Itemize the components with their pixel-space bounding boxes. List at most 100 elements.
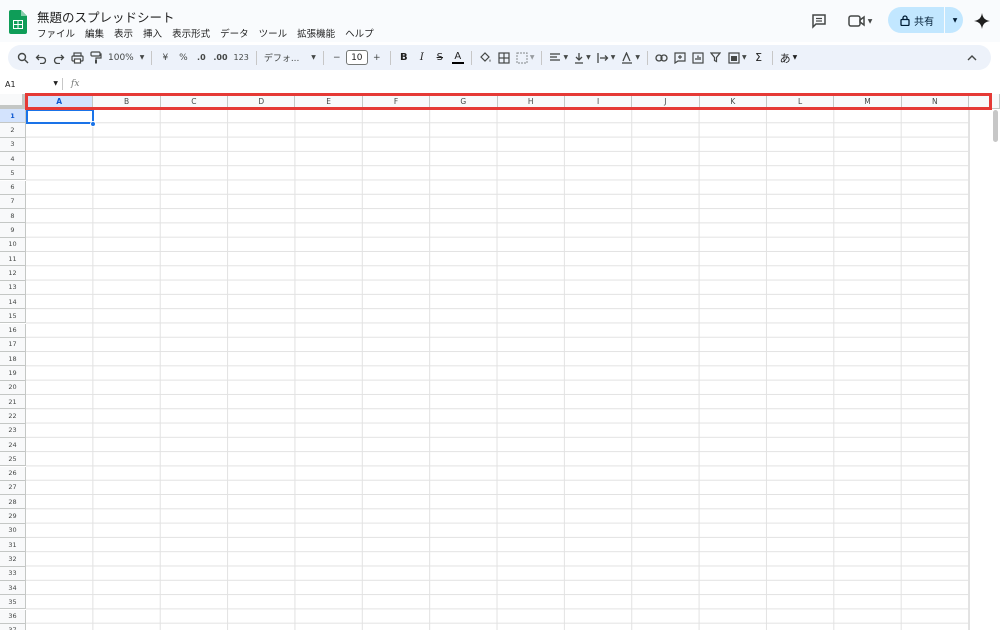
row-header-35[interactable]: 35 [0, 595, 26, 610]
vertical-align-icon[interactable]: ▼ [571, 48, 594, 68]
column-header-d[interactable]: D [228, 94, 296, 109]
currency-button[interactable]: ¥ [156, 48, 174, 68]
select-all-corner[interactable] [0, 94, 26, 109]
column-header-j[interactable]: J [632, 94, 700, 109]
menu-edit[interactable]: 編集 [85, 26, 104, 40]
input-tools-button[interactable]: あ ▼ [777, 48, 801, 68]
undo-icon[interactable] [32, 48, 50, 68]
menu-format[interactable]: 表示形式 [172, 26, 210, 40]
row-header-25[interactable]: 25 [0, 452, 26, 467]
column-header-n[interactable]: N [901, 94, 970, 109]
row-header-37[interactable]: 37 [0, 623, 26, 630]
row-header-11[interactable]: 11 [0, 252, 26, 267]
insert-chart-icon[interactable] [689, 48, 707, 68]
row-header-14[interactable]: 14 [0, 294, 26, 310]
row-header-29[interactable]: 29 [0, 509, 26, 524]
row-header-19[interactable]: 19 [0, 366, 26, 381]
functions-button[interactable]: Σ [750, 48, 768, 68]
row-header-17[interactable]: 17 [0, 337, 26, 353]
column-header-e[interactable]: E [295, 94, 363, 109]
horizontal-align-icon[interactable]: ▼ [546, 48, 571, 68]
row-header-12[interactable]: 12 [0, 266, 26, 281]
strikethrough-button[interactable]: S [431, 48, 449, 68]
name-box[interactable]: A1 ▼ [0, 80, 62, 89]
active-cell[interactable] [26, 109, 94, 124]
menu-view[interactable]: 表示 [114, 26, 133, 40]
insert-comment-icon[interactable] [671, 48, 689, 68]
row-header-27[interactable]: 27 [0, 480, 26, 496]
row-header-21[interactable]: 21 [0, 395, 26, 410]
cell-area[interactable] [26, 109, 969, 630]
column-header-h[interactable]: H [497, 94, 565, 109]
row-header-28[interactable]: 28 [0, 495, 26, 510]
link-icon[interactable] [652, 48, 671, 68]
share-button[interactable]: 共有 ▼ [888, 7, 963, 33]
row-header-6[interactable]: 6 [0, 180, 26, 195]
row-header-5[interactable]: 5 [0, 166, 26, 181]
zoom-select[interactable]: 100% ▼ [105, 48, 147, 68]
more-formats-button[interactable]: 123 [231, 48, 252, 68]
font-size-input[interactable]: 10 [345, 50, 368, 65]
row-header-23[interactable]: 23 [0, 423, 26, 438]
row-header-15[interactable]: 15 [0, 309, 26, 324]
row-header-3[interactable]: 3 [0, 137, 26, 152]
filter-views-icon[interactable]: ▼ [725, 48, 750, 68]
collapse-menus-icon[interactable] [963, 48, 981, 68]
column-header-g[interactable]: G [430, 94, 498, 109]
paint-format-icon[interactable] [87, 48, 105, 68]
menu-data[interactable]: データ [220, 26, 249, 40]
share-dropdown[interactable]: ▼ [945, 7, 963, 33]
borders-icon[interactable] [495, 48, 513, 68]
row-header-31[interactable]: 31 [0, 538, 26, 553]
font-select[interactable]: デフォ... ▼ [261, 48, 319, 68]
column-header-k[interactable]: K [699, 94, 767, 109]
video-camera-icon[interactable]: ▼ [845, 11, 875, 31]
row-header-36[interactable]: 36 [0, 609, 26, 624]
merge-cells-icon[interactable]: ▼ [513, 48, 538, 68]
row-header-4[interactable]: 4 [0, 151, 26, 167]
italic-button[interactable]: I [413, 48, 431, 68]
increase-decimal-button[interactable]: .00 [210, 48, 230, 68]
text-rotation-icon[interactable]: ▼ [618, 48, 643, 68]
row-header-16[interactable]: 16 [0, 323, 26, 338]
print-icon[interactable] [68, 48, 87, 68]
row-header-22[interactable]: 22 [0, 409, 26, 424]
row-header-24[interactable]: 24 [0, 437, 26, 453]
text-color-button[interactable]: A [449, 48, 467, 68]
font-size-increase-button[interactable]: + [368, 48, 386, 68]
menu-help[interactable]: ヘルプ [345, 26, 374, 40]
column-header-c[interactable]: C [160, 94, 229, 109]
column-header-a[interactable]: A [26, 94, 94, 109]
row-header-9[interactable]: 9 [0, 223, 26, 238]
menu-insert[interactable]: 挿入 [143, 26, 162, 40]
vertical-scrollbar[interactable] [993, 110, 998, 142]
row-header-34[interactable]: 34 [0, 580, 26, 596]
row-header-8[interactable]: 8 [0, 209, 26, 224]
row-header-7[interactable]: 7 [0, 194, 26, 210]
sparkle-icon[interactable] [972, 11, 992, 31]
row-header-1[interactable]: 1 [0, 109, 26, 124]
comment-icon[interactable] [809, 11, 829, 31]
sheets-logo-icon[interactable] [9, 10, 27, 34]
column-header-i[interactable]: I [564, 94, 633, 109]
fill-color-icon[interactable] [476, 48, 495, 68]
menu-file[interactable]: ファイル [37, 26, 75, 40]
percent-button[interactable]: % [174, 48, 192, 68]
text-wrap-icon[interactable]: ▼ [594, 48, 619, 68]
font-size-decrease-button[interactable]: − [328, 48, 346, 68]
menu-tools[interactable]: ツール [259, 26, 288, 40]
row-header-18[interactable]: 18 [0, 352, 26, 367]
row-header-33[interactable]: 33 [0, 566, 26, 581]
row-header-20[interactable]: 20 [0, 380, 26, 395]
redo-icon[interactable] [50, 48, 68, 68]
decrease-decimal-button[interactable]: .0 [192, 48, 210, 68]
formula-input[interactable] [79, 75, 1000, 93]
row-header-30[interactable]: 30 [0, 523, 26, 538]
row-header-32[interactable]: 32 [0, 552, 26, 567]
bold-button[interactable]: B [395, 48, 413, 68]
filter-icon[interactable] [707, 48, 725, 68]
column-header-m[interactable]: M [834, 94, 902, 109]
column-header-l[interactable]: L [766, 94, 835, 109]
column-header-b[interactable]: B [93, 94, 161, 109]
row-header-2[interactable]: 2 [0, 123, 26, 138]
